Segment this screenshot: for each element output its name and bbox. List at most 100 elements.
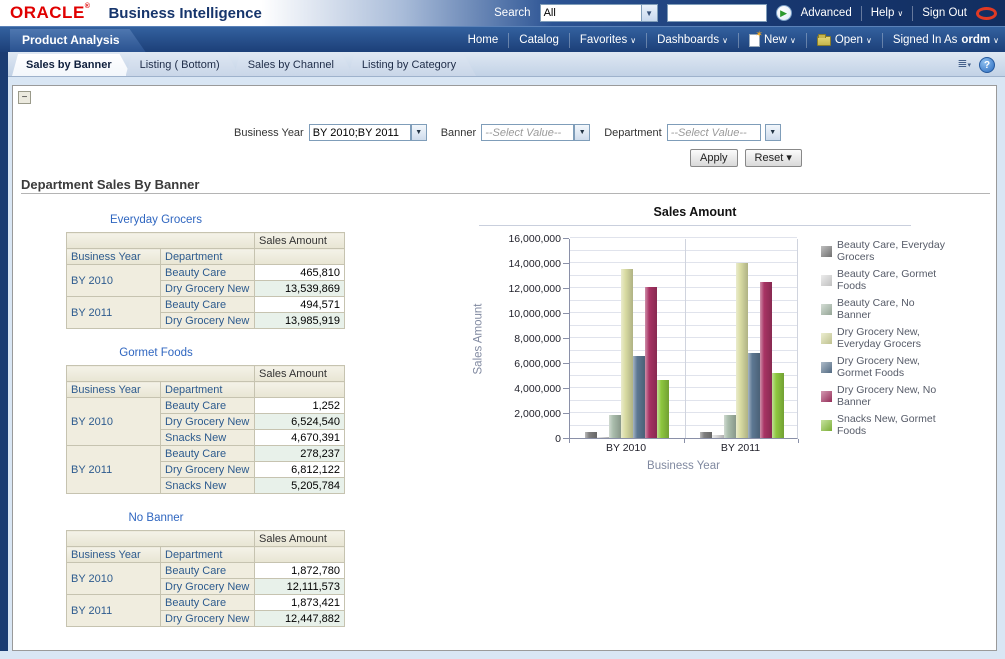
tab-sales-by-banner[interactable]: Sales by Banner	[12, 54, 132, 76]
department-field[interactable]: --Select Value--	[667, 124, 761, 141]
chart-bar[interactable]	[657, 380, 669, 438]
nav-new[interactable]: New∨	[749, 34, 796, 47]
divider	[912, 6, 913, 21]
application-window: ORACLE® Business Intelligence Search All…	[0, 0, 1005, 659]
department-cell[interactable]: Beauty Care	[161, 297, 255, 313]
corner-cell	[67, 366, 255, 382]
table-row: BY 2011Beauty Care494,571	[67, 297, 345, 313]
chart-bar[interactable]	[724, 415, 736, 438]
banner-dropdown-button[interactable]: ▼	[574, 124, 590, 141]
chevron-down-icon: ∨	[993, 36, 999, 45]
search-scope-select[interactable]: All ▼	[540, 4, 658, 22]
chart-bar[interactable]	[760, 282, 772, 438]
divider	[882, 33, 883, 48]
legend-item: Dry Grocery New, No Banner	[821, 384, 951, 408]
pivot-table: Sales AmountBusiness YearDepartmentBY 20…	[66, 232, 345, 329]
dashboard-tab-product-analysis[interactable]: Product Analysis	[10, 29, 146, 52]
nav-open[interactable]: Open∨	[817, 34, 872, 46]
department-header: Department	[161, 249, 255, 265]
business-year-field[interactable]: BY 2010;BY 2011	[309, 124, 411, 141]
advanced-link[interactable]: Advanced	[801, 7, 852, 19]
tab-listing-bottom[interactable]: Listing ( Bottom)	[126, 54, 240, 76]
department-cell[interactable]: Beauty Care	[161, 265, 255, 281]
chart-bar[interactable]	[621, 269, 633, 438]
department-cell[interactable]: Dry Grocery New	[161, 281, 255, 297]
chart-bar[interactable]	[633, 356, 645, 438]
department-cell[interactable]: Snacks New	[161, 430, 255, 446]
department-cell[interactable]: Beauty Care	[161, 563, 255, 579]
legend-label: Beauty Care, Gormet Foods	[837, 268, 951, 292]
chevron-down-icon: ∨	[790, 36, 796, 45]
help-icon[interactable]: ?	[979, 57, 995, 73]
chart-bar[interactable]	[700, 432, 712, 438]
business-year-dropdown-button[interactable]: ▼	[411, 124, 427, 141]
tab-sales-by-channel[interactable]: Sales by Channel	[234, 54, 354, 76]
search-input[interactable]	[667, 4, 767, 22]
page-options-icon[interactable]: ≣▾	[957, 56, 971, 73]
sales-amount-header: Sales Amount	[255, 531, 345, 547]
new-document-icon	[749, 34, 760, 47]
sales-amount-cell: 4,670,391	[255, 430, 345, 446]
chart-bar[interactable]	[597, 437, 609, 438]
nav-favorites[interactable]: Favorites∨	[580, 34, 636, 46]
collapse-section-button[interactable]: −	[18, 91, 31, 104]
chart-legend: Beauty Care, Everyday Grocers Beauty Care…	[821, 239, 951, 442]
department-dropdown-button[interactable]: ▼	[765, 124, 781, 141]
tab-listing-by-category[interactable]: Listing by Category	[348, 54, 476, 76]
year-cell[interactable]: BY 2010	[67, 563, 161, 595]
sales-amount-cell: 1,252	[255, 398, 345, 414]
chart-bar[interactable]	[748, 353, 760, 438]
year-cell[interactable]: BY 2010	[67, 265, 161, 297]
reset-button[interactable]: Reset ▾	[745, 149, 802, 167]
department-cell[interactable]: Dry Grocery New	[161, 414, 255, 430]
gridline	[570, 237, 797, 238]
chart-plot	[569, 239, 798, 439]
help-menu[interactable]: Help∨	[871, 7, 904, 19]
department-cell[interactable]: Snacks New	[161, 478, 255, 494]
chart-bar[interactable]	[712, 435, 724, 439]
chart-bar[interactable]	[585, 432, 597, 438]
department-cell[interactable]: Dry Grocery New	[161, 313, 255, 329]
x-tick-mark	[569, 439, 570, 443]
search-label: Search	[494, 7, 530, 19]
legend-label: Beauty Care, Everyday Grocers	[837, 239, 951, 263]
nav-home[interactable]: Home	[468, 34, 499, 46]
year-cell[interactable]: BY 2011	[67, 297, 161, 329]
department-cell[interactable]: Beauty Care	[161, 398, 255, 414]
chevron-down-icon[interactable]: ▼	[641, 5, 657, 21]
year-cell[interactable]: BY 2011	[67, 595, 161, 627]
table-row: BY 2010Beauty Care1,252	[67, 398, 345, 414]
nav-dashboards[interactable]: Dashboards∨	[657, 34, 728, 46]
department-header: Department	[161, 547, 255, 563]
chart-bar[interactable]	[736, 263, 748, 438]
business-year-header: Business Year	[67, 249, 161, 265]
signed-in-as[interactable]: Signed In Asordm∨	[893, 34, 999, 46]
chart-bar[interactable]	[645, 287, 657, 438]
department-cell[interactable]: Dry Grocery New	[161, 611, 255, 627]
department-cell[interactable]: Dry Grocery New	[161, 462, 255, 478]
y-tick-label: 6,000,000	[514, 358, 561, 370]
gridline	[570, 262, 797, 263]
department-cell[interactable]: Dry Grocery New	[161, 579, 255, 595]
department-label: Department	[604, 127, 661, 139]
search-go-button[interactable]: ▶	[776, 5, 792, 21]
global-nav-bar: Product Analysis Home Catalog Favorites∨…	[0, 26, 1005, 52]
department-cell[interactable]: Beauty Care	[161, 595, 255, 611]
gridline	[570, 275, 797, 276]
chart-bar[interactable]	[609, 415, 621, 438]
banner-field[interactable]: --Select Value--	[481, 124, 574, 141]
gridline	[570, 250, 797, 251]
apply-button[interactable]: Apply	[690, 149, 738, 167]
chart-bar[interactable]	[772, 373, 784, 438]
legend-item: Dry Grocery New, Gormet Foods	[821, 355, 951, 379]
sales-amount-cell: 1,872,780	[255, 563, 345, 579]
year-cell[interactable]: BY 2011	[67, 446, 161, 494]
chart-title: Sales Amount	[654, 205, 737, 219]
sales-amount-cell: 6,524,540	[255, 414, 345, 430]
business-year-header: Business Year	[67, 382, 161, 398]
year-cell[interactable]: BY 2010	[67, 398, 161, 446]
nav-catalog[interactable]: Catalog	[519, 34, 559, 46]
divider	[738, 33, 739, 48]
department-cell[interactable]: Beauty Care	[161, 446, 255, 462]
sign-out-link[interactable]: Sign Out	[922, 7, 967, 19]
